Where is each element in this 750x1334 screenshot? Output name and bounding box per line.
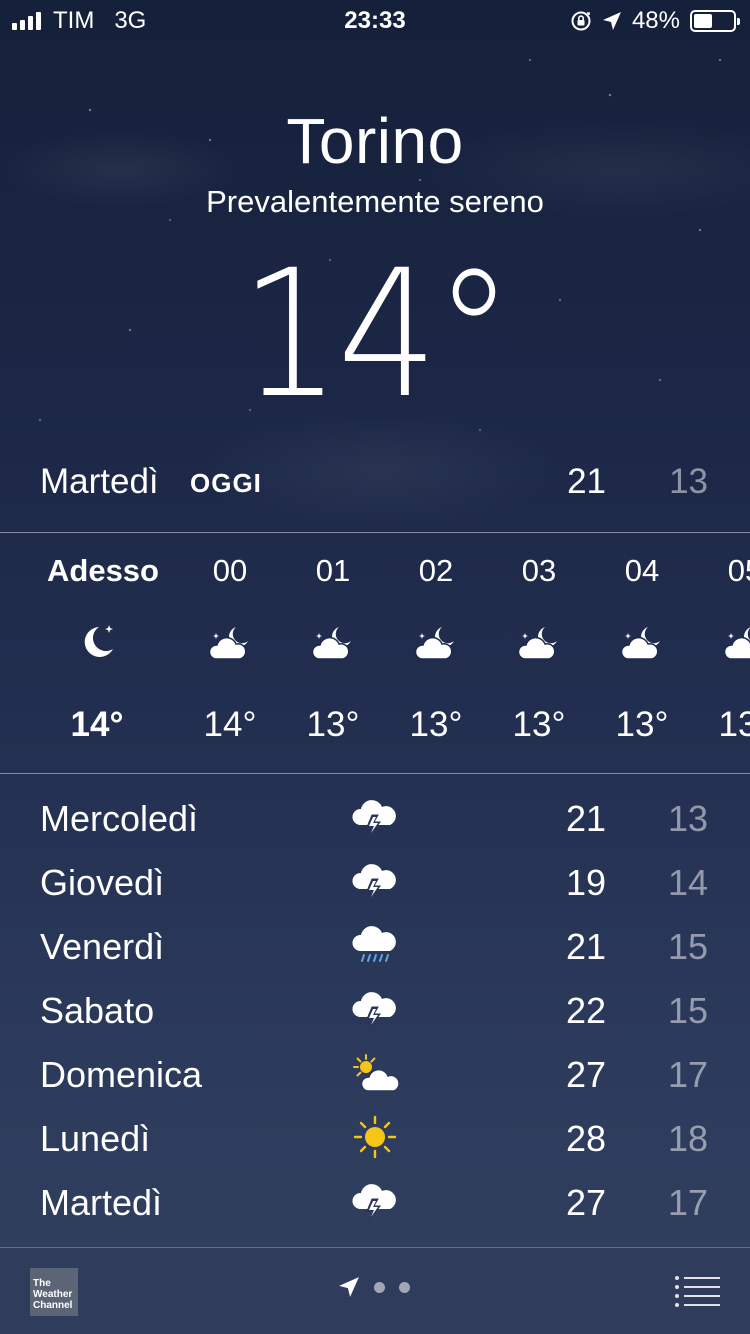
rain-cloud-icon (350, 923, 402, 967)
location-arrow-icon (339, 1277, 359, 1297)
status-bar: TIM 3G 23:33 48% (0, 0, 750, 40)
location-arrow-icon (602, 12, 621, 30)
today-day: Martedì (40, 462, 159, 501)
day-row: Martedì 27 17 (0, 1165, 750, 1229)
status-right: 48% (570, 7, 740, 35)
today-high: 21 (567, 462, 606, 501)
page-dot (374, 1281, 385, 1293)
day-row: Domenica 27 17 (0, 1037, 750, 1101)
hour-label: 05 (727, 553, 750, 588)
partly-cloudy-night-icon (489, 621, 589, 663)
day-name: Venerdì (40, 926, 165, 967)
day-high: 19 (565, 862, 606, 903)
hour-label: 04 (624, 553, 660, 588)
hourly-forecast[interactable]: Adesso 14° 00 14° 01 13° 02 13° 03 13° 04 13° 05 13° (0, 533, 750, 773)
day-name: Lunedì (40, 1118, 151, 1159)
hour-temp: 13° (306, 705, 360, 744)
partly-cloudy-night-icon (592, 621, 692, 663)
thunderstorm-icon (350, 859, 402, 903)
partly-cloudy-night-icon (180, 621, 280, 663)
sun-icon (350, 1115, 402, 1159)
hour-temp: 14° (203, 705, 257, 744)
moon-clear-icon (47, 621, 147, 663)
day-low: 17 (667, 1054, 708, 1095)
hour-label: 01 (315, 553, 351, 588)
thunderstorm-icon (350, 1179, 402, 1223)
daily-forecast[interactable]: Mercoledì 21 13 Giovedì 19 14 Venerdì 21 15 Sabat… (0, 775, 750, 1245)
hour-label: 02 (418, 553, 454, 588)
day-row: Lunedì 28 18 (0, 1101, 750, 1165)
hour-temp: 13° (718, 705, 750, 744)
battery-fill (694, 14, 713, 28)
bottom-toolbar: The Weather Channel (0, 1247, 750, 1334)
hour-temp: 14° (70, 705, 124, 744)
day-row: Giovedì 19 14 (0, 845, 750, 909)
day-low: 13 (667, 798, 708, 839)
thunderstorm-icon (350, 795, 402, 839)
orientation-lock-icon (571, 11, 591, 31)
day-row: Sabato 22 15 (0, 973, 750, 1037)
today-row: Martedì OGGI 21 13 (0, 462, 750, 510)
city-name: Torino (286, 105, 464, 177)
day-row: Venerdì 21 15 (0, 909, 750, 973)
hour-temp: 13° (512, 705, 566, 744)
hour-temp: 13° (409, 705, 463, 744)
current-temperature: 14° (38, 232, 713, 437)
day-name: Giovedì (40, 862, 165, 903)
condition-text: Prevalentemente sereno (206, 184, 544, 219)
partly-cloudy-night-icon (386, 621, 486, 663)
partly-cloudy-night-icon (283, 621, 383, 663)
day-high: 28 (565, 1118, 606, 1159)
battery-icon (690, 10, 740, 32)
current-temperature-value: 14° (240, 232, 514, 437)
day-low: 14 (667, 862, 708, 903)
list-icon[interactable] (674, 1274, 720, 1308)
day-high: 22 (565, 990, 606, 1031)
day-low: 15 (667, 990, 708, 1031)
today-tag: OGGI (190, 468, 262, 498)
day-name: Martedì (40, 1182, 163, 1223)
day-name: Mercoledì (40, 798, 199, 839)
day-high: 27 (565, 1054, 606, 1095)
weather-channel-logo-text: The Weather Channel (33, 1278, 73, 1311)
partly-sunny-icon (350, 1051, 402, 1095)
partly-cloudy-night-icon (695, 621, 750, 663)
day-low: 15 (667, 926, 708, 967)
day-low: 18 (667, 1118, 708, 1159)
thunderstorm-icon (350, 987, 402, 1031)
day-low: 17 (667, 1182, 708, 1223)
day-high: 21 (565, 798, 606, 839)
day-high: 21 (565, 926, 606, 967)
day-high: 27 (565, 1182, 606, 1223)
hour-label: 03 (521, 553, 557, 588)
page-dot (399, 1281, 410, 1293)
hour-label: Adesso (47, 553, 159, 588)
page-indicator[interactable] (338, 1276, 410, 1298)
hour-temp: 13° (615, 705, 669, 744)
day-name: Sabato (40, 990, 155, 1031)
divider-bottom (0, 773, 750, 774)
today-low: 13 (669, 462, 708, 501)
day-row: Mercoledì 21 13 (0, 781, 750, 845)
hour-label: 00 (212, 553, 248, 588)
battery-percent: 48% (631, 7, 680, 34)
day-name: Domenica (40, 1054, 203, 1095)
weather-channel-logo[interactable]: The Weather Channel (30, 1268, 78, 1316)
